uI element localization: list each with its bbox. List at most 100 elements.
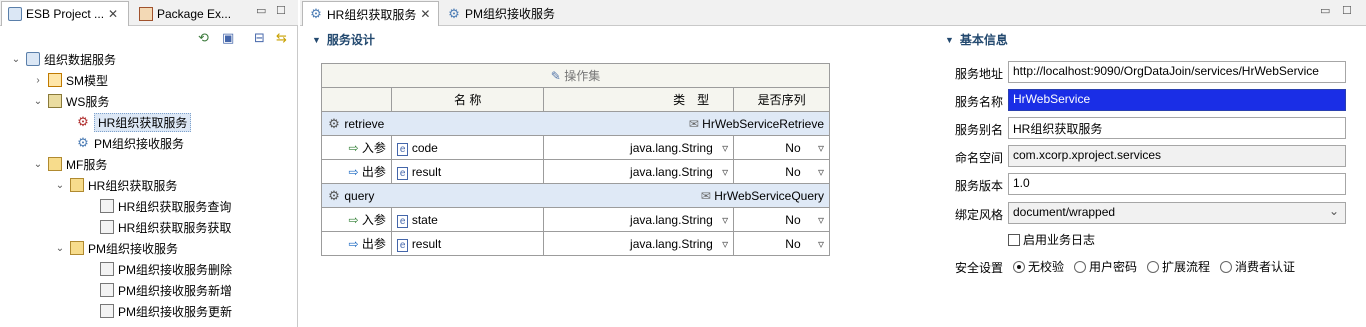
operation-name: retrieve — [344, 116, 385, 131]
operation-row[interactable]: ⚙ query ✉ HrWebServiceQuery — [320, 183, 830, 208]
param-row[interactable]: ⇨ 入参 e code java.lang.String ▿ No ▿ — [321, 135, 830, 160]
tree-item-label: SM模型 — [66, 73, 109, 88]
link-editor-icon[interactable]: ⇆ — [276, 30, 287, 46]
dropdown-arrow-icon[interactable]: ▿ — [818, 237, 824, 251]
namespace-field[interactable]: com.xcorp.xproject.services — [1008, 145, 1346, 167]
param-serial-dropdown[interactable]: No ▿ — [733, 207, 830, 232]
tree-item-mf[interactable]: ⌄ MF服务 — [32, 154, 107, 174]
radio-no-check[interactable]: 无校验 — [1013, 258, 1064, 275]
element-e-icon: e — [396, 142, 409, 156]
tree-item-ws[interactable]: ⌄ WS服务 — [32, 91, 109, 111]
service-name-field[interactable]: HrWebService — [1008, 89, 1346, 111]
radio-consumer-auth[interactable]: 消费者认证 — [1220, 258, 1295, 275]
output-arrow-icon: ⇨ — [348, 237, 359, 251]
radio-empty-icon — [1147, 260, 1160, 273]
chevron-down-icon[interactable]: ⌄ — [32, 96, 44, 107]
dropdown-arrow-icon[interactable]: ▿ — [818, 165, 824, 179]
close-icon[interactable]: ✕ — [420, 7, 430, 21]
param-row[interactable]: ⇨ 出参 e result java.lang.String ▿ No ▿ — [321, 159, 830, 184]
operation-message: HrWebServiceRetrieve — [702, 116, 824, 131]
tree-item-pm-update[interactable]: PM组织接收服务更新 — [100, 301, 232, 321]
operation-row[interactable]: ⚙ retrieve ✉ HrWebServiceRetrieve — [320, 111, 830, 136]
close-icon[interactable]: ✕ — [108, 7, 118, 21]
section-service-design[interactable]: ▼ 服务设计 — [312, 31, 375, 48]
binding-select[interactable]: document/wrapped ⌄ — [1008, 202, 1346, 224]
service-alias-field[interactable]: HR组织获取服务 — [1008, 117, 1346, 139]
dropdown-arrow-icon[interactable]: ▿ — [722, 213, 728, 227]
maximize-icon[interactable]: ☐ — [276, 4, 286, 17]
tree-item-hr-retrieve[interactable]: HR组织获取服务获取 — [100, 217, 231, 237]
collapse-triangle-icon[interactable]: ▼ — [312, 35, 321, 45]
tab-hr-service[interactable]: ⚙ HR组织获取服务 ✕ — [302, 1, 439, 26]
operation-name: query — [344, 188, 375, 203]
maximize-icon[interactable]: ☐ — [1342, 4, 1352, 17]
chevron-right-icon[interactable]: › — [32, 75, 44, 86]
operations-label: 操作集 — [564, 69, 601, 83]
tree-item-hr-ws[interactable]: ⚙ HR组织获取服务 — [76, 112, 192, 132]
dropdown-arrow-icon[interactable]: ▿ — [818, 141, 824, 155]
param-type-dropdown[interactable]: java.lang.String ▿ — [543, 159, 735, 184]
version-label: 服务版本 — [955, 179, 1004, 193]
sync-icon[interactable]: ⟲ — [198, 30, 209, 46]
enable-log-label: 启用业务日志 — [1023, 233, 1096, 247]
minimize-icon[interactable]: ▭ — [256, 4, 266, 17]
param-serial: No — [785, 236, 801, 251]
tree-item-sm[interactable]: › SM模型 — [32, 70, 108, 90]
chevron-down-icon[interactable]: ⌄ — [32, 159, 44, 170]
param-type-dropdown[interactable]: java.lang.String ▿ — [543, 135, 735, 160]
collapse-all-icon[interactable]: ⊟ — [254, 30, 265, 46]
param-serial-dropdown[interactable]: No ▿ — [733, 231, 830, 256]
param-direction-button[interactable]: ⇨ 出参 — [321, 231, 392, 256]
dropdown-arrow-icon[interactable]: ▿ — [722, 165, 728, 179]
param-type-dropdown[interactable]: java.lang.String ▿ — [543, 231, 735, 256]
param-direction-button[interactable]: ⇨ 入参 — [321, 207, 392, 232]
version-field[interactable]: 1.0 — [1008, 173, 1346, 195]
param-serial: No — [785, 212, 801, 227]
save-icon[interactable]: ▣ — [222, 30, 234, 46]
tab-esb-project[interactable]: ESB Project ... ✕ — [1, 1, 129, 26]
chevron-down-icon[interactable]: ⌄ — [54, 180, 66, 191]
tree-item-pm-add[interactable]: PM组织接收服务新增 — [100, 280, 232, 300]
enable-log-checkbox-row[interactable]: 启用业务日志 — [1008, 231, 1095, 248]
param-direction: 入参 — [361, 141, 386, 155]
column-header-blank — [321, 87, 392, 112]
radio-extension-flow[interactable]: 扩展流程 — [1147, 258, 1210, 275]
element-e-icon: e — [396, 214, 409, 228]
minimize-icon[interactable]: ▭ — [1320, 4, 1330, 17]
tree-item-pm-ws[interactable]: ⚙ PM组织接收服务 — [76, 133, 184, 153]
security-radio-group: 无校验 用户密码 扩展流程 消费者认证 — [1013, 258, 1305, 275]
param-serial: No — [785, 140, 801, 155]
dropdown-arrow-icon[interactable]: ▿ — [818, 213, 824, 227]
param-type-dropdown[interactable]: java.lang.String ▿ — [543, 207, 735, 232]
chevron-down-icon[interactable]: ⌄ — [10, 54, 22, 65]
dropdown-arrow-icon[interactable]: ▿ — [722, 141, 728, 155]
param-type: java.lang.String — [630, 212, 713, 227]
radio-user-password[interactable]: 用户密码 — [1074, 258, 1137, 275]
param-direction-button[interactable]: ⇨ 出参 — [321, 159, 392, 184]
collapse-triangle-icon[interactable]: ▼ — [945, 35, 954, 45]
tab-package-explorer[interactable]: Package Ex... — [133, 1, 245, 26]
section-basic-info[interactable]: ▼ 基本信息 — [945, 31, 1008, 48]
chevron-down-icon[interactable]: ⌄ — [1329, 204, 1339, 218]
param-serial-dropdown[interactable]: No ▿ — [733, 135, 830, 160]
param-serial-dropdown[interactable]: No ▿ — [733, 159, 830, 184]
service-address-label: 服务地址 — [955, 67, 1004, 81]
param-row[interactable]: ⇨ 出参 e result java.lang.String ▿ No ▿ — [321, 231, 830, 256]
enable-log-checkbox[interactable] — [1008, 233, 1020, 246]
tree-item-label: PM组织接收服务 — [94, 136, 185, 151]
tree-item-pm-mf[interactable]: ⌄ PM组织接收服务 — [54, 238, 178, 258]
tab-pm-service[interactable]: ⚙ PM组织接收服务 — [441, 1, 561, 26]
dropdown-arrow-icon[interactable]: ▿ — [722, 237, 728, 251]
param-direction: 出参 — [361, 165, 386, 179]
chevron-down-icon[interactable]: ⌄ — [54, 243, 66, 254]
service-address-field[interactable]: http://localhost:9090/OrgDataJoin/servic… — [1008, 61, 1346, 83]
radio-label: 消费者认证 — [1235, 260, 1296, 274]
tree-item-pm-delete[interactable]: PM组织接收服务删除 — [100, 259, 232, 279]
operations-toolbar[interactable]: ✎ 操作集 — [321, 63, 830, 88]
param-row[interactable]: ⇨ 入参 e state java.lang.String ▿ No ▿ — [321, 207, 830, 232]
param-direction-button[interactable]: ⇨ 入参 — [321, 135, 392, 160]
method-icon — [100, 283, 114, 297]
tree-item-root[interactable]: ⌄ 组织数据服务 — [10, 49, 116, 69]
tree-item-hr-query[interactable]: HR组织获取服务查询 — [100, 196, 231, 216]
tree-item-hr-mf[interactable]: ⌄ HR组织获取服务 — [54, 175, 177, 195]
